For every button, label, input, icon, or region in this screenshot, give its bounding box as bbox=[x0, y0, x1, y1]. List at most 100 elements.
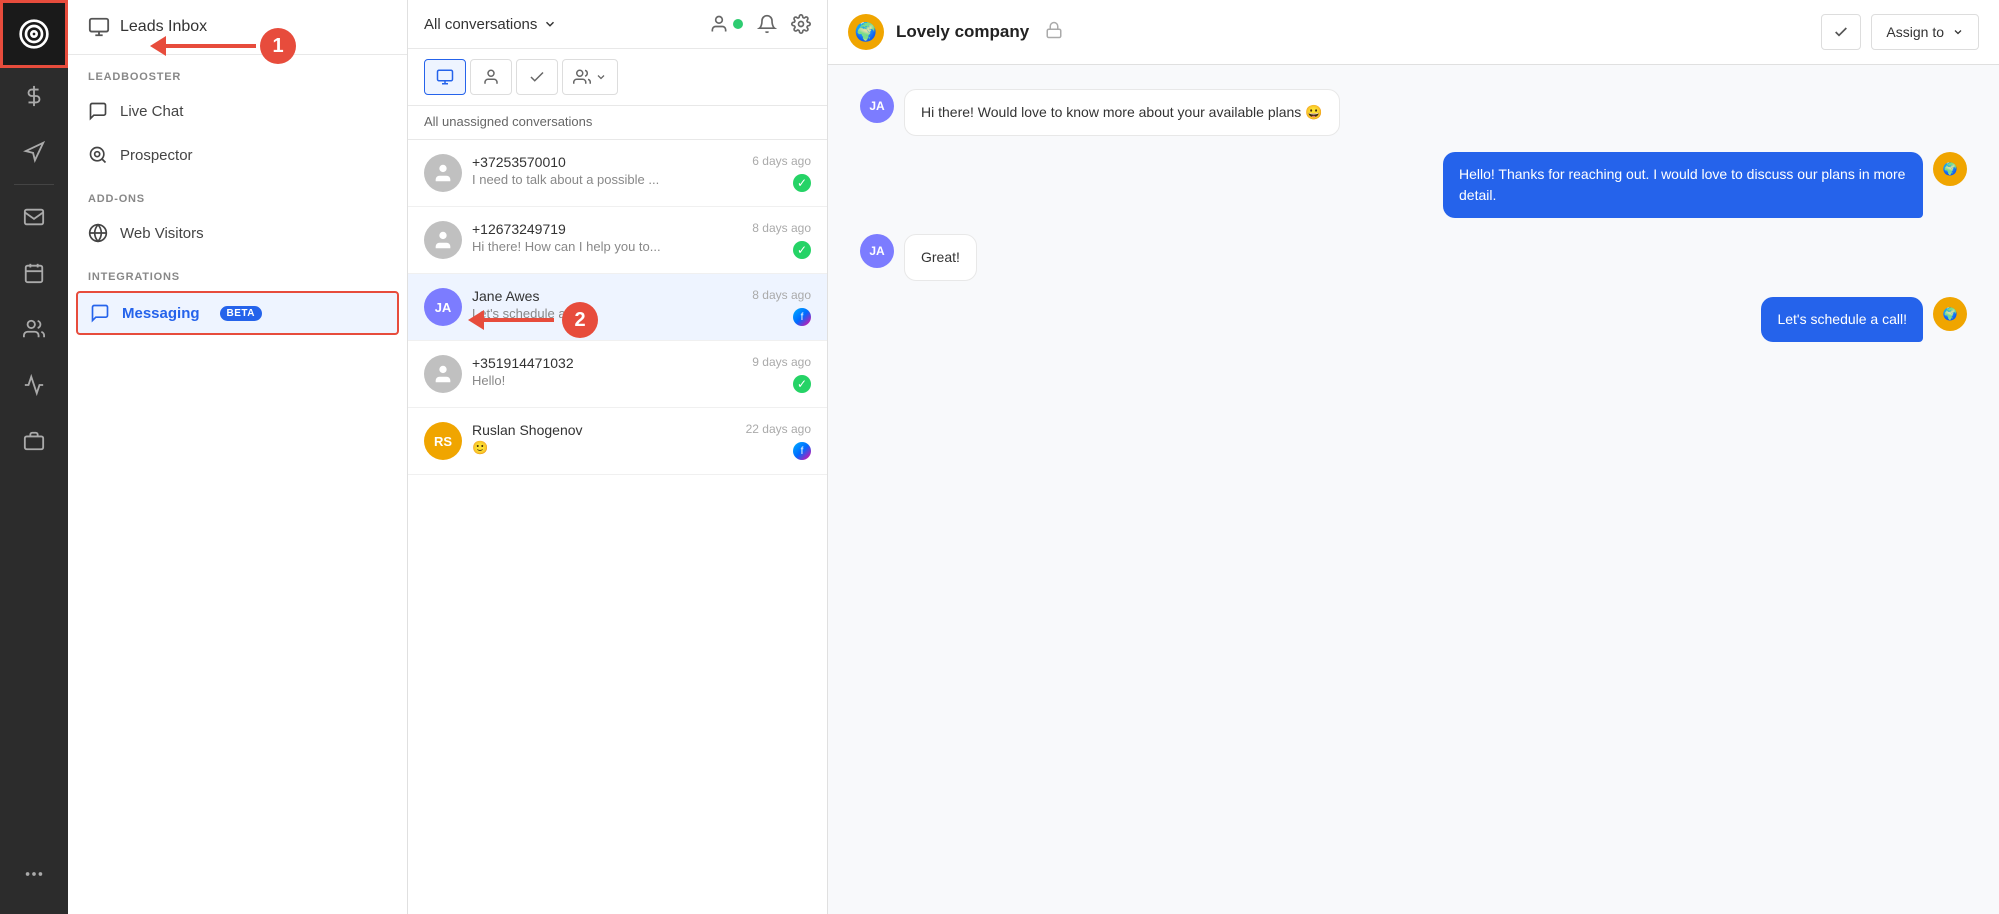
conv-name-5: Ruslan Shogenov bbox=[472, 422, 736, 438]
msg-avatar-1: JA bbox=[860, 89, 894, 123]
conv-preview-1: I need to talk about a possible ... bbox=[472, 172, 742, 187]
conv-channel-messenger-3: f bbox=[793, 308, 811, 326]
msg-avatar-company-2: 🌍 bbox=[1933, 152, 1967, 186]
settings-icon[interactable] bbox=[791, 14, 811, 34]
nav-divider-1 bbox=[14, 184, 54, 185]
conv-channel-whatsapp-1: ✓ bbox=[793, 174, 811, 192]
conv-item-2[interactable]: +12673249719 Hi there! How can I help yo… bbox=[408, 207, 827, 274]
leadbooster-label: LEADBOOSTER bbox=[68, 55, 407, 89]
prospector-icon bbox=[88, 145, 108, 165]
conv-meta-5: 22 days ago f bbox=[746, 422, 811, 460]
msg-avatar-company-4: 🌍 bbox=[1933, 297, 1967, 331]
conv-header: All conversations bbox=[408, 0, 827, 49]
messaging-label: Messaging bbox=[122, 305, 200, 322]
tab-team-dropdown[interactable] bbox=[562, 59, 618, 95]
conv-avatar-1 bbox=[424, 154, 462, 192]
conv-header-icons bbox=[709, 14, 811, 34]
conv-name-1: +37253570010 bbox=[472, 154, 742, 170]
conv-item-4[interactable]: +351914471032 Hello! 9 days ago ✓ bbox=[408, 341, 827, 408]
nav-icon-calendar[interactable] bbox=[0, 245, 68, 301]
check-button[interactable] bbox=[1821, 14, 1861, 50]
msg-bubble-1: Hi there! Would love to know more about … bbox=[904, 89, 1340, 136]
conv-channel-whatsapp-2: ✓ bbox=[793, 241, 811, 259]
messaging-icon bbox=[90, 303, 110, 323]
person-tab-icon bbox=[482, 68, 500, 86]
conv-channel-messenger-5: f bbox=[793, 442, 811, 460]
conv-info-4: +351914471032 Hello! bbox=[472, 355, 742, 388]
chat-area: 🌍 Lovely company Assign to bbox=[828, 0, 1999, 914]
msg-avatar-3: JA bbox=[860, 234, 894, 268]
sidebar-item-prospector[interactable]: Prospector bbox=[68, 133, 407, 177]
conv-item-3[interactable]: JA Jane Awes Let's schedule a call! 8 da… bbox=[408, 274, 827, 341]
conv-preview-4: Hello! bbox=[472, 373, 742, 388]
conv-time-4: 9 days ago bbox=[752, 355, 811, 369]
conv-avatar-5: RS bbox=[424, 422, 462, 460]
conv-item-5[interactable]: RS Ruslan Shogenov 🙂 22 days ago f bbox=[408, 408, 827, 475]
integrations-label: INTEGRATIONS bbox=[68, 255, 407, 289]
chat-tab-icon bbox=[436, 68, 454, 86]
conv-time-2: 8 days ago bbox=[752, 221, 811, 235]
nav-icon-mail[interactable] bbox=[0, 189, 68, 245]
conv-info-3: Jane Awes Let's schedule a call! bbox=[472, 288, 742, 321]
conv-item-1[interactable]: +37253570010 I need to talk about a poss… bbox=[408, 140, 827, 207]
chat-header: 🌍 Lovely company Assign to bbox=[828, 0, 1999, 65]
assign-person-icon[interactable] bbox=[709, 14, 729, 34]
conv-sub-label: All unassigned conversations bbox=[408, 106, 827, 140]
team-dropdown-chevron bbox=[595, 71, 607, 83]
conv-name-3: Jane Awes bbox=[472, 288, 742, 304]
dropdown-chevron-icon bbox=[543, 17, 557, 31]
msg-row-4: 🌍 Let's schedule a call! bbox=[860, 297, 1967, 342]
nav-icon-products[interactable] bbox=[0, 413, 68, 469]
livechat-label: Live Chat bbox=[120, 103, 183, 120]
bell-icon[interactable] bbox=[757, 14, 777, 34]
sidebar-item-livechat[interactable]: Live Chat bbox=[68, 89, 407, 133]
tab-resolved[interactable] bbox=[516, 59, 558, 95]
conv-name-4: +351914471032 bbox=[472, 355, 742, 371]
nav-icon-megaphone[interactable] bbox=[0, 124, 68, 180]
tab-contacts[interactable] bbox=[470, 59, 512, 95]
addons-label: ADD-ONS bbox=[68, 177, 407, 211]
sidebar-item-webvisitors[interactable]: Web Visitors bbox=[68, 211, 407, 255]
conv-avatar-4 bbox=[424, 355, 462, 393]
prospector-label: Prospector bbox=[120, 147, 193, 164]
chat-messages: JA Hi there! Would love to know more abo… bbox=[828, 65, 1999, 914]
conv-preview-3: Let's schedule a call! bbox=[472, 306, 742, 321]
user-avatar-icon-1 bbox=[432, 162, 454, 184]
nav-icon-contacts[interactable] bbox=[0, 301, 68, 357]
conv-avatar-3: JA bbox=[424, 288, 462, 326]
tab-conversations[interactable] bbox=[424, 59, 466, 95]
user-avatar-icon-2 bbox=[432, 229, 454, 251]
webvisitors-icon bbox=[88, 223, 108, 243]
conv-meta-1: 6 days ago ✓ bbox=[752, 154, 811, 192]
nav-icon-more[interactable] bbox=[0, 846, 68, 902]
nav-bar bbox=[0, 0, 68, 914]
msg-bubble-2: Hello! Thanks for reaching out. I would … bbox=[1443, 152, 1923, 218]
msg-row-1: JA Hi there! Would love to know more abo… bbox=[860, 89, 1967, 136]
msg-bubble-3: Great! bbox=[904, 234, 977, 281]
conversation-panel: All conversations bbox=[408, 0, 828, 914]
beta-badge: BETA bbox=[220, 306, 262, 321]
conv-header-title: All conversations bbox=[424, 16, 557, 33]
conv-time-3: 8 days ago bbox=[752, 288, 811, 302]
conv-time-1: 6 days ago bbox=[752, 154, 811, 168]
conv-meta-2: 8 days ago ✓ bbox=[752, 221, 811, 259]
assign-button[interactable]: Assign to bbox=[1871, 14, 1979, 50]
check-tab-icon bbox=[528, 68, 546, 86]
conv-info-2: +12673249719 Hi there! How can I help yo… bbox=[472, 221, 742, 254]
lock-icon bbox=[1045, 21, 1063, 44]
nav-icon-dollar[interactable] bbox=[0, 68, 68, 124]
main-wrapper: 1 Leads Inbox LEADBOOSTER Live Chat Pros… bbox=[68, 0, 1999, 914]
sidebar-header[interactable]: Leads Inbox bbox=[68, 0, 407, 55]
online-status bbox=[709, 14, 743, 34]
livechat-icon bbox=[88, 101, 108, 121]
leads-inbox-title: Leads Inbox bbox=[120, 18, 207, 36]
conv-meta-4: 9 days ago ✓ bbox=[752, 355, 811, 393]
conv-avatar-2 bbox=[424, 221, 462, 259]
user-avatar-icon-4 bbox=[432, 363, 454, 385]
conv-info-1: +37253570010 I need to talk about a poss… bbox=[472, 154, 742, 187]
nav-icon-analytics[interactable] bbox=[0, 357, 68, 413]
sidebar: 1 Leads Inbox LEADBOOSTER Live Chat Pros… bbox=[68, 0, 408, 914]
sidebar-item-messaging[interactable]: Messaging BETA bbox=[76, 291, 399, 335]
nav-icon-target[interactable] bbox=[0, 0, 68, 68]
conv-meta-3: 8 days ago f bbox=[752, 288, 811, 326]
